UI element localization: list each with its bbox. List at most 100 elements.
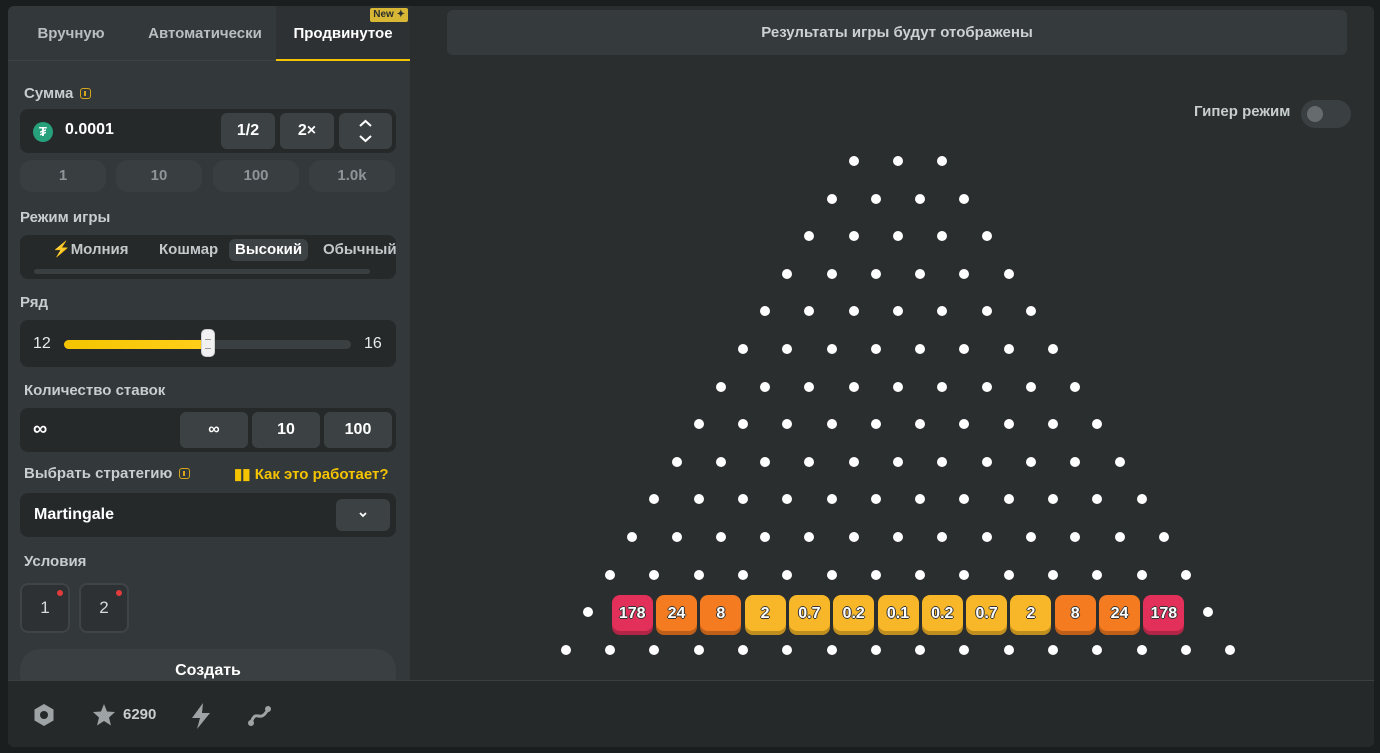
amount-stepper[interactable] (339, 113, 392, 149)
peg (1003, 268, 1014, 279)
rows-slider-thumb[interactable] (201, 329, 215, 357)
info-icon[interactable] (179, 467, 191, 479)
peg (870, 268, 881, 279)
app-frame: Вручную Автоматически Продвинутое New ✦ … (8, 6, 1374, 747)
peg (605, 569, 616, 580)
info-icon[interactable] (80, 87, 92, 99)
peg (826, 268, 837, 279)
half-button[interactable]: 1/2 (221, 113, 275, 149)
peg (1092, 494, 1103, 505)
tab-auto[interactable]: Автоматически (134, 6, 276, 61)
peg (804, 306, 815, 317)
peg (782, 268, 793, 279)
mode-nightmare[interactable]: Кошмар (153, 239, 224, 261)
quick-amount-1[interactable]: 1 (20, 160, 106, 192)
peg (1136, 644, 1147, 655)
peg (1048, 494, 1059, 505)
peg (1003, 344, 1014, 354)
multiplier-bucket: 178 (1143, 595, 1185, 635)
mode-normal[interactable]: Обычный (317, 239, 403, 261)
amount-input[interactable]: 0.0001 (65, 121, 114, 139)
peg (1092, 419, 1103, 430)
peg (1114, 532, 1125, 542)
create-button[interactable]: Создать (20, 649, 396, 680)
peg (848, 231, 859, 242)
peg (915, 494, 926, 505)
peg (804, 532, 815, 542)
peg (737, 569, 748, 580)
peg (937, 306, 948, 317)
peg (737, 419, 748, 430)
peg (826, 419, 837, 430)
peg (715, 456, 726, 467)
peg (893, 306, 903, 317)
peg (848, 156, 859, 166)
peg (870, 193, 881, 204)
bet-count-input[interactable]: ∞ (33, 418, 47, 441)
peg (870, 494, 881, 505)
bet-count-100-button[interactable]: 100 (324, 412, 392, 448)
mode-high[interactable]: Высокий (229, 239, 309, 261)
peg (782, 419, 793, 430)
quick-amount-100[interactable]: 100 (213, 160, 299, 192)
tether-icon: ₮ (33, 122, 53, 142)
peg (893, 231, 903, 242)
multiplier-bucket: 178 (611, 595, 653, 635)
how-it-works-link[interactable]: ▮▮ Как это работает? (234, 465, 389, 483)
alert-dot (57, 590, 63, 596)
peg (959, 419, 970, 430)
strategy-dropdown-button[interactable] (336, 499, 390, 531)
peg (760, 381, 771, 392)
peg (959, 644, 970, 655)
peg (1003, 644, 1014, 655)
settings-icon[interactable] (32, 703, 56, 727)
multiplier-bucket: 24 (1099, 595, 1140, 635)
quick-amount-1k[interactable]: 1.0k (309, 160, 395, 192)
peg (826, 494, 837, 505)
peg (760, 456, 771, 467)
peg (693, 569, 704, 580)
hyper-mode-label: Гипер режим (1194, 103, 1291, 120)
lightning-icon[interactable] (190, 703, 212, 729)
peg (693, 419, 704, 430)
tab-advanced[interactable]: Продвинутое New ✦ (276, 6, 410, 61)
peg (804, 381, 815, 392)
peg (1158, 532, 1169, 542)
lightning-icon: ⚡ (52, 241, 71, 258)
mode-scrollbar[interactable] (34, 269, 370, 274)
peg (915, 419, 926, 430)
peg (1048, 419, 1059, 430)
bet-count-10-button[interactable]: 10 (252, 412, 320, 448)
condition-1[interactable]: 1 (20, 583, 70, 633)
quick-amount-10[interactable]: 10 (116, 160, 202, 192)
peg (1003, 494, 1014, 505)
peg (981, 231, 992, 242)
peg (870, 344, 881, 354)
footer-bar: 6290 (8, 680, 1374, 747)
peg (870, 644, 881, 655)
star-icon[interactable] (92, 703, 116, 727)
peg (893, 381, 903, 392)
route-icon[interactable] (246, 703, 274, 729)
hyper-mode-toggle[interactable] (1301, 100, 1351, 128)
peg (915, 268, 926, 279)
multiplier-bucket: 24 (656, 595, 697, 635)
double-button[interactable]: 2× (280, 113, 334, 149)
mode-lightning[interactable]: ⚡Молния (46, 239, 135, 261)
tab-manual[interactable]: Вручную (8, 6, 134, 61)
peg (848, 456, 859, 467)
game-mode-label: Режим игры (20, 209, 111, 226)
peg (1070, 381, 1081, 392)
peg (848, 381, 859, 392)
strategy-select[interactable]: Martingale (20, 493, 396, 537)
peg (937, 156, 948, 166)
condition-2[interactable]: 2 (79, 583, 129, 633)
peg (649, 644, 660, 655)
peg (1114, 456, 1125, 467)
peg (981, 306, 992, 317)
peg (1225, 644, 1236, 655)
bet-count-infinity-button[interactable]: ∞ (180, 412, 248, 448)
peg (715, 532, 726, 542)
peg (915, 644, 926, 655)
peg (1025, 456, 1036, 467)
